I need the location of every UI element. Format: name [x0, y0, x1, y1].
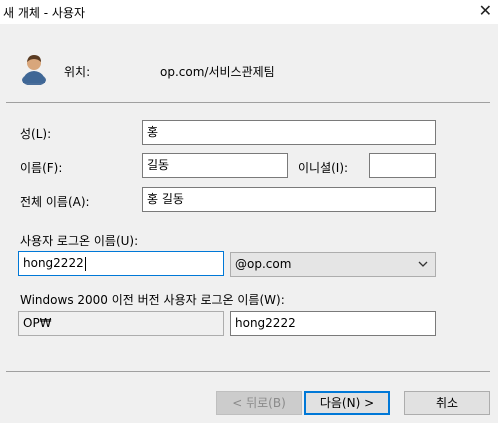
first-name-field[interactable]: 길동 — [142, 153, 288, 178]
cancel-button[interactable]: 취소 — [404, 391, 490, 415]
upn-suffix-dropdown[interactable]: @op.com — [230, 252, 436, 277]
text-caret — [84, 256, 86, 271]
close-icon[interactable]: ✕ — [479, 1, 492, 20]
logon-name-field[interactable]: hong2222 — [18, 251, 224, 276]
initials-field[interactable] — [369, 153, 436, 178]
pre2000-name-field[interactable]: hong2222 — [230, 311, 436, 336]
last-name-label: 성(L): — [20, 127, 52, 141]
upn-suffix-selected: @op.com — [235, 257, 292, 271]
top-separator — [6, 102, 490, 103]
location-value: op.com/서비스관제팀 — [160, 65, 275, 79]
pre2000-domain-field: OP₩ — [18, 311, 224, 336]
full-name-label: 전체 이름(A): — [20, 195, 90, 209]
bottom-separator — [6, 371, 490, 372]
logon-name-label: 사용자 로그온 이름(U): — [20, 234, 139, 248]
first-name-label: 이름(F): — [20, 161, 63, 175]
chevron-down-icon — [418, 261, 428, 267]
logon-name-value: hong2222 — [23, 256, 84, 270]
location-label: 위치: — [64, 65, 91, 79]
back-button[interactable]: < 뒤로(B) — [216, 391, 302, 415]
next-button[interactable]: 다음(N) > — [304, 391, 390, 415]
initials-label: 이니셜(I): — [298, 161, 349, 175]
user-icon — [20, 53, 48, 86]
full-name-field[interactable]: 홍 길동 — [142, 187, 436, 212]
title-bar: 새 개체 - 사용자 ✕ — [0, 0, 498, 24]
last-name-field[interactable]: 홍 — [142, 120, 436, 145]
window-title: 새 개체 - 사용자 — [3, 6, 86, 20]
pre2000-label: Windows 2000 이전 버전 사용자 로그온 이름(W): — [20, 293, 285, 307]
